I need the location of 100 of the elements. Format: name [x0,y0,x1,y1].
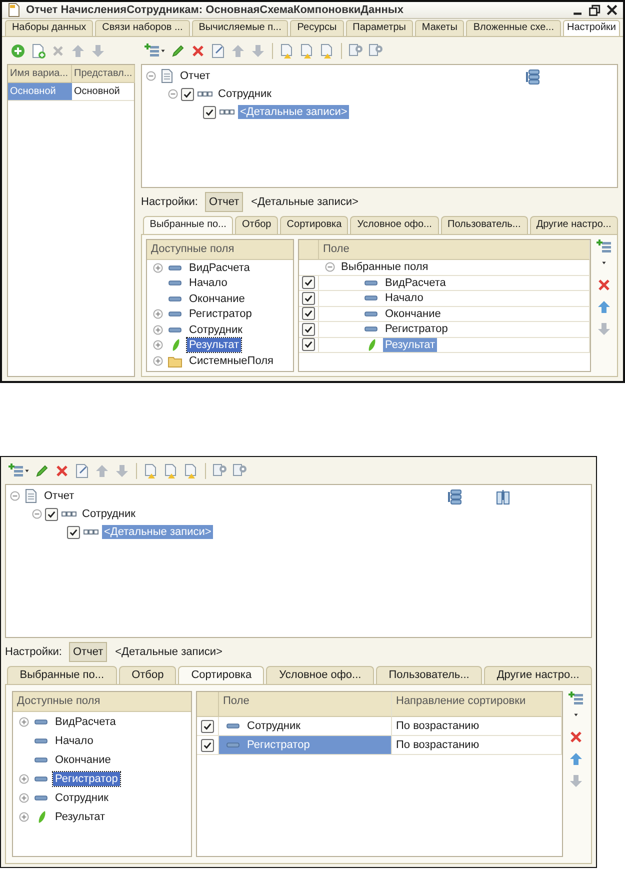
table-cell[interactable]: Сотрудник [245,719,302,733]
document-icon[interactable] [183,462,199,478]
table-cell[interactable]: Выбранные поля [339,260,430,274]
tab[interactable]: Другие настро... [530,216,618,234]
collapse-icon[interactable] [32,509,42,519]
restore-icon[interactable] [588,3,602,17]
up-arrow-icon[interactable] [568,751,584,767]
checkbox[interactable] [302,307,315,320]
close-icon[interactable] [605,3,619,17]
list-item[interactable]: ВидРасчета [53,714,118,728]
checkbox[interactable] [302,292,315,305]
expand-icon[interactable] [153,356,163,366]
copy-icon[interactable] [30,42,46,58]
list-item[interactable]: СистемныеПоля [187,354,276,368]
column-header[interactable]: Доступные поля [147,240,293,260]
add-icon[interactable] [10,42,26,58]
tab[interactable]: Сортировка [280,216,348,234]
document-icon[interactable] [74,462,90,478]
table-cell[interactable]: Основной [72,83,134,101]
table-cell[interactable]: Окончание [383,306,443,321]
document-icon[interactable] [143,462,159,478]
down-arrow-icon[interactable] [90,42,106,58]
list-item[interactable]: Окончание [187,292,247,306]
up-arrow-icon[interactable] [230,42,246,58]
column-header[interactable]: Представл... [72,65,136,83]
delete-icon[interactable] [190,42,206,58]
gear-icon[interactable] [212,462,228,478]
pencil-icon[interactable] [170,42,186,58]
list-item[interactable]: ВидРасчета [187,260,252,275]
column-header[interactable]: Поле [219,692,392,717]
table-cell[interactable]: ВидРасчета [383,276,448,290]
checkbox[interactable] [203,106,216,118]
checkbox[interactable] [67,526,80,538]
tab[interactable]: Отбор [118,666,176,684]
up-arrow-icon[interactable] [70,42,86,58]
tab[interactable]: Наборы данных [5,20,94,36]
table-cell[interactable]: По возрастанию [392,736,562,754]
column-header[interactable]: Доступные поля [13,692,191,712]
settings-item[interactable]: Отчет [69,642,108,662]
expand-icon[interactable] [19,792,29,802]
gear-icon[interactable] [232,462,248,478]
collapse-icon[interactable] [168,89,178,99]
expand-icon[interactable] [153,309,163,320]
checkbox[interactable] [45,508,58,520]
tab[interactable]: Сортировка [178,666,264,684]
document-icon[interactable] [210,42,226,58]
delete-icon[interactable] [54,462,70,478]
tab[interactable]: Другие настро... [484,666,592,684]
tab[interactable]: Вложенные схе... [466,20,561,36]
checkbox[interactable] [201,720,214,732]
tab[interactable]: Параметры [346,20,413,36]
expand-icon[interactable] [19,774,29,784]
column-header[interactable]: Направление сортировки [392,692,562,717]
up-arrow-icon[interactable] [596,299,612,315]
document-icon[interactable] [163,462,179,478]
table-cell[interactable]: Начало [383,291,426,306]
list-item[interactable]: Результат [187,338,242,352]
tree-item[interactable]: Сотрудник [216,87,274,101]
settings-item[interactable]: <Детальные записи> [248,193,362,211]
tab[interactable]: Выбранные по... [7,666,117,684]
tree-item[interactable]: Отчет [178,69,212,83]
collapse-icon[interactable] [325,262,335,272]
tab[interactable]: Условное офо... [266,666,374,684]
up-arrow-icon[interactable] [94,462,110,478]
tree-item[interactable]: Отчет [42,489,76,503]
settings-item[interactable]: Отчет [205,192,244,212]
document-icon[interactable] [319,42,335,58]
list-item[interactable]: Окончание [53,752,113,766]
tab[interactable]: Связи наборов ... [95,20,190,36]
tab[interactable]: Выбранные по... [143,216,234,234]
tab[interactable]: Условное офо... [350,216,439,234]
list-item[interactable]: Регистратор [53,772,120,786]
expand-icon[interactable] [153,340,163,350]
collapse-icon[interactable] [10,491,20,501]
table-cell[interactable]: По возрастанию [392,717,562,735]
expand-icon[interactable] [153,324,163,335]
checkbox[interactable] [181,88,194,100]
tab[interactable]: Пользователь... [440,216,528,234]
list-item[interactable]: Сотрудник [53,790,110,804]
database-icon[interactable] [525,69,541,85]
tab[interactable]: Отбор [235,216,278,234]
down-arrow-icon[interactable] [568,773,584,789]
list-item[interactable]: Начало [53,734,96,748]
expand-icon[interactable] [153,262,163,273]
pencil-icon[interactable] [34,462,50,478]
table-cell[interactable]: Регистратор [383,322,450,336]
delete-icon[interactable] [568,729,584,745]
database-icon[interactable] [447,489,463,505]
collapse-icon[interactable] [146,71,156,81]
settings-item[interactable]: <Детальные записи> [112,643,226,661]
expand-icon[interactable] [19,716,29,726]
gear-icon[interactable] [348,42,364,58]
list-item[interactable]: Регистратор [187,307,254,322]
tab[interactable]: Ресурсы [290,20,344,36]
checkbox[interactable] [302,338,315,352]
tab[interactable]: Пользователь... [376,666,482,684]
list-item[interactable]: Начало [187,276,230,290]
checkbox[interactable] [302,276,315,290]
list-item[interactable]: Сотрудник [187,322,244,337]
gear-icon[interactable] [368,42,384,58]
